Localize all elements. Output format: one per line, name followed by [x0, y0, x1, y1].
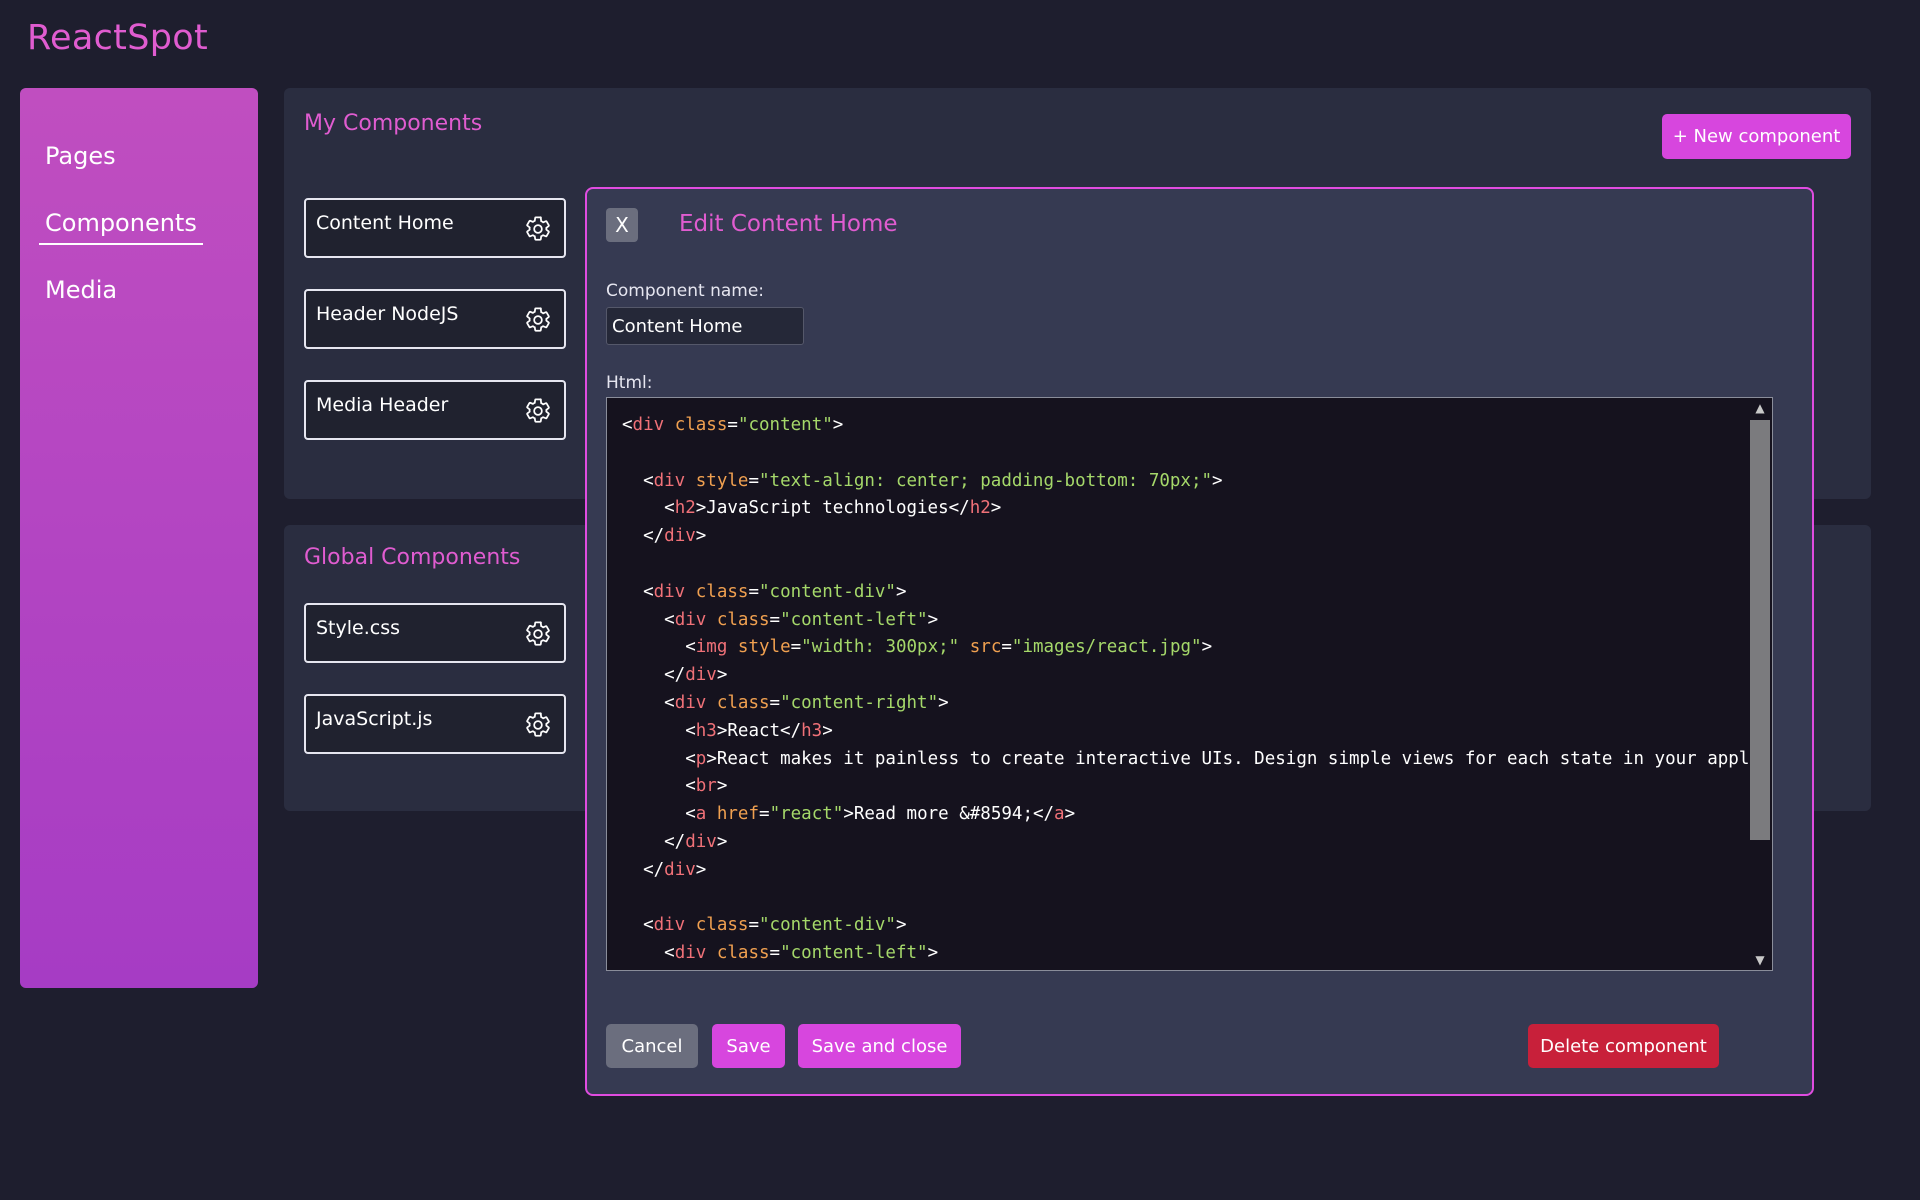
code-line: <div class="content-div"> — [622, 915, 907, 936]
scroll-up-icon[interactable]: ▲ — [1753, 401, 1767, 415]
code-line: </div> — [622, 526, 707, 547]
close-modal-button[interactable]: X — [606, 208, 638, 242]
code-line: <p>React makes it painless to create int… — [622, 748, 1773, 769]
component-card-label: JavaScript.js — [316, 708, 433, 730]
code-line: <div class="content"> — [622, 415, 844, 435]
sidebar: Pages Components Media — [20, 88, 258, 988]
component-card-content-home[interactable]: Content Home — [304, 198, 566, 258]
html-label: Html: — [606, 373, 653, 393]
component-card-header-nodejs[interactable]: Header NodeJS — [304, 289, 566, 349]
code-line: <div class="content-left"> — [622, 609, 939, 630]
code-line: <div class="content-div"> — [622, 581, 907, 602]
component-card-media-header[interactable]: Media Header — [304, 380, 566, 440]
cancel-button[interactable]: Cancel — [606, 1024, 698, 1068]
sidebar-item-media[interactable]: Media — [45, 276, 117, 304]
code-line: <br> — [622, 776, 728, 797]
save-button[interactable]: Save — [712, 1024, 785, 1068]
my-components-title: My Components — [304, 111, 483, 136]
editor-scrollbar[interactable]: ▲ ▼ — [1750, 398, 1772, 970]
code-line: </div> — [622, 831, 728, 852]
html-code-editor[interactable]: <div class="content"> <div style="text-a… — [606, 397, 1773, 971]
scrollbar-thumb[interactable] — [1750, 420, 1770, 840]
sidebar-item-pages[interactable]: Pages — [45, 142, 116, 170]
component-card-label: Content Home — [316, 212, 454, 234]
code-line: <img style="width: 300px;" src="images/r… — [622, 637, 1213, 658]
code-line: </div> — [622, 859, 707, 880]
edit-component-modal: X Edit Content Home Component name: Html… — [585, 187, 1814, 1096]
scroll-down-icon[interactable]: ▼ — [1753, 953, 1767, 967]
code-line: <h3>Node.js</h3> — [622, 968, 1747, 970]
app-logo: ReactSpot — [27, 18, 208, 58]
code-line: <a href="react">Read more &#8594;</a> — [622, 804, 1076, 825]
component-name-input[interactable] — [606, 307, 804, 345]
gear-icon[interactable] — [524, 620, 552, 648]
component-card-javascript-js[interactable]: JavaScript.js — [304, 694, 566, 754]
code-line: <h2>JavaScript technologies</h2> — [622, 498, 1002, 519]
code-line: <h3>React</h3> — [622, 720, 833, 741]
component-name-label: Component name: — [606, 281, 765, 301]
modal-title: Edit Content Home — [679, 211, 898, 237]
code-line: <div style="text-align: center; padding-… — [622, 470, 1223, 491]
component-card-label: Style.css — [316, 617, 401, 639]
save-and-close-button[interactable]: Save and close — [798, 1024, 961, 1068]
code-line: </div> — [622, 665, 728, 686]
component-card-label: Header NodeJS — [316, 303, 459, 325]
gear-icon[interactable] — [524, 215, 552, 243]
gear-icon[interactable] — [524, 397, 552, 425]
code-content[interactable]: <div class="content"> <div style="text-a… — [622, 412, 1773, 970]
code-line: <div class="content-right"> — [622, 692, 949, 713]
component-card-label: Media Header — [316, 394, 449, 416]
gear-icon[interactable] — [524, 711, 552, 739]
delete-component-button[interactable]: Delete component — [1528, 1024, 1719, 1068]
component-card-style-css[interactable]: Style.css — [304, 603, 566, 663]
gear-icon[interactable] — [524, 306, 552, 334]
new-component-button[interactable]: + New component — [1662, 114, 1851, 159]
global-components-title: Global Components — [304, 545, 521, 570]
sidebar-item-components[interactable]: Components — [39, 209, 203, 245]
code-line: <div class="content-left"> — [622, 943, 939, 964]
